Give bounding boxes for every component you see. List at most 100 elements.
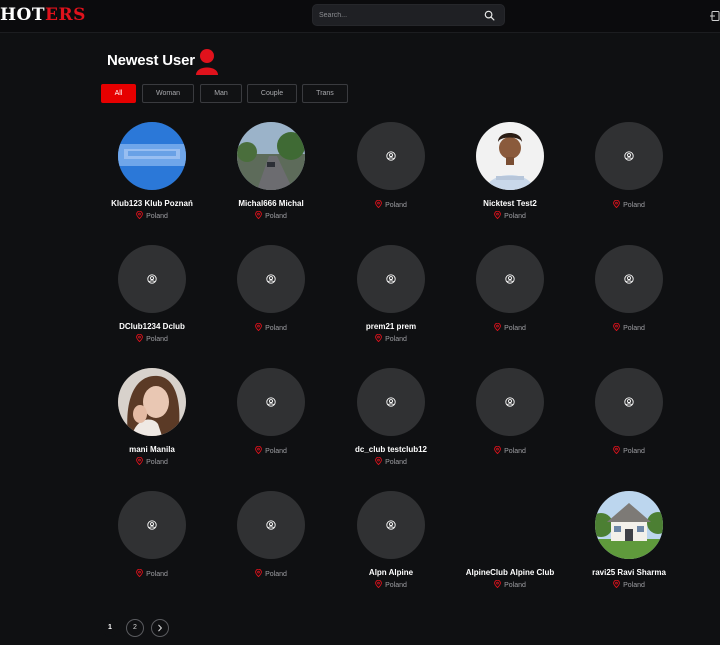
user-card[interactable]: Poland (216, 491, 326, 591)
location-text: Poland (504, 213, 526, 220)
avatar[interactable] (357, 122, 425, 190)
user-name[interactable]: mani Manila (97, 445, 207, 454)
user-card[interactable]: Poland (216, 368, 326, 468)
user-name[interactable]: Klub123 Klub Poznań (97, 199, 207, 208)
avatar-image (118, 368, 186, 436)
avatar[interactable] (118, 491, 186, 559)
filter-couple-button[interactable]: Couple (247, 84, 297, 103)
page-title: Newest User (107, 52, 195, 69)
location-pin-icon (613, 200, 620, 208)
user-name[interactable]: AlpineClub Alpine Club (455, 568, 565, 577)
avatar[interactable] (118, 245, 186, 313)
user-placeholder-icon (386, 274, 396, 284)
filter-all-button[interactable]: All (101, 84, 136, 103)
user-placeholder-icon (266, 520, 276, 530)
user-placeholder-icon (386, 520, 396, 530)
user-placeholder-icon (624, 397, 634, 407)
user-card[interactable]: Poland (97, 491, 207, 591)
avatar[interactable] (476, 245, 544, 313)
avatar-image (237, 122, 305, 190)
avatar[interactable] (237, 122, 305, 190)
avatar[interactable] (595, 122, 663, 190)
user-card[interactable]: Poland (574, 245, 684, 345)
avatar[interactable] (357, 368, 425, 436)
location-pin-icon (494, 211, 501, 219)
avatar[interactable] (595, 245, 663, 313)
location-pin-icon (494, 580, 501, 588)
user-card[interactable]: mani Manila Poland (97, 368, 207, 468)
user-card[interactable]: prem21 prem Poland (336, 245, 446, 345)
location-pin-icon (375, 334, 382, 342)
user-card[interactable]: Michal666 Michal Poland (216, 122, 326, 222)
filter-man-button[interactable]: Man (200, 84, 242, 103)
page-2-button[interactable]: 2 (126, 619, 144, 637)
user-name[interactable]: DClub1234 Dclub (97, 322, 207, 331)
avatar[interactable] (357, 491, 425, 559)
user-card[interactable]: Nicktest Test2 Poland (455, 122, 565, 222)
user-card[interactable]: AlpineClub Alpine Club Poland (455, 491, 565, 591)
user-card[interactable]: Alpn Alpine Poland (336, 491, 446, 591)
location-pin-icon (613, 323, 620, 331)
location-text: Poland (265, 325, 287, 332)
location-pin-icon (136, 334, 143, 342)
user-location: Poland (455, 446, 565, 456)
search-icon[interactable] (484, 10, 495, 21)
avatar[interactable] (357, 245, 425, 313)
top-bar: HOTERS (0, 0, 720, 33)
avatar[interactable] (476, 122, 544, 190)
user-name[interactable]: Michal666 Michal (216, 199, 326, 208)
avatar[interactable] (595, 491, 663, 559)
user-placeholder-icon (147, 520, 157, 530)
user-name[interactable]: Nicktest Test2 (455, 199, 565, 208)
user-location: Poland (574, 580, 684, 590)
user-card[interactable]: Poland (455, 368, 565, 468)
search-input[interactable] (319, 7, 479, 23)
location-text: Poland (504, 325, 526, 332)
user-location: Poland (455, 580, 565, 590)
next-page-button[interactable] (151, 619, 169, 637)
avatar[interactable] (118, 122, 186, 190)
avatar[interactable] (118, 368, 186, 436)
location-pin-icon (494, 323, 501, 331)
avatar[interactable] (237, 245, 305, 313)
user-card[interactable]: Poland (336, 122, 446, 222)
user-card[interactable]: Klub123 Klub Poznań Poland (97, 122, 207, 222)
user-card[interactable]: ravi25 Ravi Sharma Poland (574, 491, 684, 591)
user-card[interactable]: Poland (574, 368, 684, 468)
avatar[interactable] (476, 368, 544, 436)
avatar[interactable] (237, 368, 305, 436)
filter-woman-button[interactable]: Woman (142, 84, 194, 103)
user-card[interactable]: Poland (455, 245, 565, 345)
user-placeholder-icon (386, 397, 396, 407)
location-pin-icon (255, 211, 262, 219)
location-text: Poland (385, 582, 407, 589)
avatar[interactable] (595, 368, 663, 436)
location-text: Poland (623, 448, 645, 455)
location-text: Poland (385, 202, 407, 209)
user-location: Poland (336, 334, 446, 344)
site-logo[interactable]: HOTERS (0, 3, 86, 27)
user-placeholder-icon (386, 151, 396, 161)
location-pin-icon (255, 323, 262, 331)
location-pin-icon (613, 446, 620, 454)
user-card[interactable]: DClub1234 Dclub Poland (97, 245, 207, 345)
user-placeholder-icon (266, 397, 276, 407)
user-location: Poland (574, 446, 684, 456)
user-name[interactable]: Alpn Alpine (336, 568, 446, 577)
user-location: Poland (97, 457, 207, 467)
user-location: Poland (336, 200, 446, 210)
user-placeholder-icon (505, 274, 515, 284)
user-location: Poland (336, 457, 446, 467)
user-card[interactable]: Poland (216, 245, 326, 345)
avatar[interactable] (237, 491, 305, 559)
login-icon[interactable] (710, 10, 720, 22)
location-pin-icon (613, 580, 620, 588)
user-name[interactable]: prem21 prem (336, 322, 446, 331)
location-text: Poland (146, 213, 168, 220)
user-name[interactable]: dc_club testclub12 (336, 445, 446, 454)
user-card[interactable]: dc_club testclub12 Poland (336, 368, 446, 468)
filter-trans-button[interactable]: Trans (302, 84, 348, 103)
page-1-button[interactable]: 1 (101, 619, 119, 637)
user-name[interactable]: ravi25 Ravi Sharma (574, 568, 684, 577)
user-card[interactable]: Poland (574, 122, 684, 222)
